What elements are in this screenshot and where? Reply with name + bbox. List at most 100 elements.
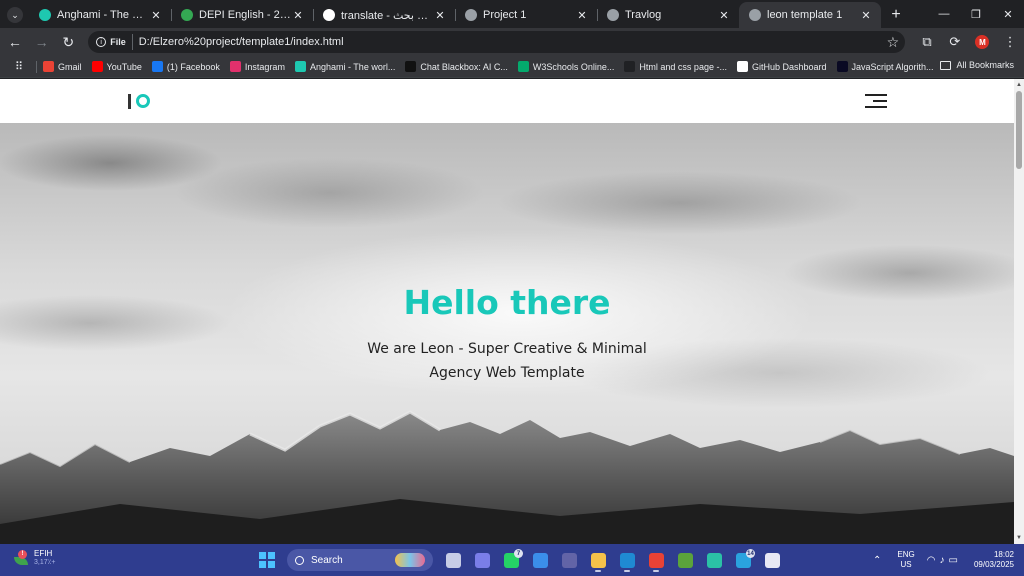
system-tray: ⌃ ENG US ◠♪▭ 18:02 09/03/2025 <box>873 544 1024 576</box>
avatar: M <box>975 35 990 49</box>
taskbar-app[interactable] <box>439 548 468 572</box>
logo-bar <box>128 93 131 109</box>
bookmark-item[interactable]: W3Schools Online... <box>517 61 614 72</box>
back-button[interactable]: ← <box>3 30 27 54</box>
bookmark-label: Instagram <box>244 61 285 72</box>
windows-taskbar: ! EFIH 3,17٪+ Search 7 14 ⌃ ENG US ◠♪▭ 18… <box>0 544 1024 576</box>
taskbar-app[interactable] <box>671 548 700 572</box>
tab-close-icon[interactable]: ✕ <box>291 8 305 22</box>
lang-line2: US <box>900 560 912 569</box>
youtube-icon <box>91 61 103 72</box>
search-label: Search <box>311 554 343 566</box>
browser-toolbar: ← → ↻ i File D:/Elzero%20project/templat… <box>0 28 1024 56</box>
all-bookmarks-button[interactable]: All Bookmarks <box>940 60 1014 70</box>
tab-close-icon[interactable]: ✕ <box>433 8 447 22</box>
taskbar-app[interactable] <box>468 548 497 572</box>
bookmark-list: Gmail YouTube (1) Facebook Instagram Anghami… <box>43 61 944 72</box>
browser-tab[interactable]: DEPI English - 2nd Round✕ <box>171 2 313 28</box>
search-icon <box>295 555 304 565</box>
tab-title: DEPI English - 2nd Round <box>199 9 291 21</box>
taskbar-app[interactable] <box>526 548 555 572</box>
forward-button[interactable]: → <box>30 30 54 54</box>
tab-favicon-icon <box>607 9 619 21</box>
chip-label: File <box>110 37 126 47</box>
scrollbar-thumb[interactable] <box>1016 91 1022 169</box>
bookmark-item[interactable]: (1) Facebook <box>151 61 220 72</box>
tab-close-icon[interactable]: ✕ <box>859 8 873 22</box>
bookmark-label: (1) Facebook <box>166 61 220 72</box>
address-bar[interactable]: i File D:/Elzero%20project/template1/ind… <box>88 31 906 53</box>
tab-title: Project 1 <box>483 9 527 21</box>
taskbar-app[interactable] <box>642 548 671 572</box>
site-logo[interactable] <box>128 93 150 109</box>
chevron-up-icon[interactable]: ⌃ <box>873 555 881 566</box>
weather-value: 3,17٪+ <box>34 559 56 566</box>
bookmark-item[interactable]: GitHub Dashboard <box>736 61 827 72</box>
weather-icon: ! <box>14 549 30 565</box>
running-indicator <box>624 570 630 572</box>
browser-menu-button[interactable]: ⋮ <box>996 30 1024 54</box>
taskbar-app[interactable] <box>613 548 642 572</box>
taskbar-app[interactable] <box>584 548 613 572</box>
apps-grid-icon[interactable]: ⠿ <box>12 60 26 74</box>
tab-close-icon[interactable]: ✕ <box>149 8 163 22</box>
taskbar-search[interactable]: Search <box>287 549 433 571</box>
sync-icon: ⟳ <box>949 34 961 49</box>
folder-icon <box>940 60 952 70</box>
anghami-icon <box>294 61 306 72</box>
restore-button[interactable]: ❐ <box>960 0 992 28</box>
paint-icon <box>533 552 548 568</box>
bookmark-label: GitHub Dashboard <box>751 61 827 72</box>
new-tab-button[interactable]: + <box>885 4 907 26</box>
url-text[interactable]: D:/Elzero%20project/template1/index.html <box>139 36 887 48</box>
tab-close-icon[interactable]: ✕ <box>575 8 589 22</box>
browser-tab[interactable]: translate - بحث Google✕ <box>313 2 455 28</box>
site-info-chip[interactable]: i File <box>94 34 133 50</box>
bookmark-item[interactable]: YouTube <box>91 61 142 72</box>
network-volume-battery-icons[interactable]: ◠♪▭ <box>927 555 962 566</box>
browser-tab[interactable]: Project 1 ✕ <box>455 2 597 28</box>
blackbox-icon <box>405 61 417 72</box>
close-window-button[interactable]: ✕ <box>992 0 1024 28</box>
bookmark-item[interactable]: Html and css page -... <box>624 61 727 72</box>
tab-favicon-icon <box>323 9 335 21</box>
store-icon <box>765 552 780 568</box>
extensions-button[interactable]: ⧉ <box>913 30 941 54</box>
scroll-down-icon[interactable]: ▼ <box>1016 535 1022 541</box>
reload-button[interactable]: ↻ <box>56 30 80 54</box>
profile-button[interactable]: M <box>969 30 997 54</box>
tab-title: Travlog <box>625 9 662 21</box>
start-button[interactable] <box>252 548 281 572</box>
copilot-icon <box>475 552 490 568</box>
browser-tab[interactable]: leon template 1 ✕ <box>739 2 881 28</box>
taskbar-app[interactable] <box>758 548 787 572</box>
tab-search-button[interactable]: ⌄ <box>7 7 23 23</box>
minimize-button[interactable]: — <box>928 0 960 28</box>
bookmark-item[interactable]: Anghami - The worl... <box>294 61 395 72</box>
bookmark-item[interactable]: Gmail <box>43 61 82 72</box>
bookmark-item[interactable]: Chat Blackbox: AI C... <box>405 61 508 72</box>
bookmark-item[interactable]: JavaScript Algorith... <box>836 61 934 72</box>
taskbar-app[interactable]: 14 <box>729 548 758 572</box>
bookmark-label: Chat Blackbox: AI C... <box>420 61 508 72</box>
sync-button[interactable]: ⟳ <box>941 30 969 54</box>
taskbar-app[interactable] <box>700 548 729 572</box>
taskbar-app[interactable]: 7 <box>497 548 526 572</box>
tab-close-icon[interactable]: ✕ <box>717 8 731 22</box>
tab-title: translate - بحث Google <box>341 9 433 22</box>
browser-tab[interactable]: Anghami - The world is lis✕ <box>29 2 171 28</box>
hamburger-menu-icon[interactable] <box>865 93 887 109</box>
tab-title: leon template 1 <box>767 9 843 21</box>
browser-tab[interactable]: Travlog ✕ <box>597 2 739 28</box>
taskbar-apps: Search 7 14 <box>252 548 787 572</box>
clock[interactable]: 18:02 09/03/2025 <box>974 550 1014 570</box>
language-indicator[interactable]: ENG US <box>897 550 914 570</box>
bookmark-star-icon[interactable]: ☆ <box>887 34 900 51</box>
logo-ring <box>136 94 150 108</box>
taskbar-app[interactable] <box>555 548 584 572</box>
weather-widget[interactable]: ! EFIH 3,17٪+ <box>14 549 55 566</box>
page-scrollbar[interactable]: ▲ ▼ <box>1014 79 1024 544</box>
scroll-up-icon[interactable]: ▲ <box>1016 82 1022 88</box>
bookmark-item[interactable]: Instagram <box>229 61 285 72</box>
tab-strip: ⌄ Anghami - The world is lis✕DEPI Englis… <box>0 0 1024 28</box>
